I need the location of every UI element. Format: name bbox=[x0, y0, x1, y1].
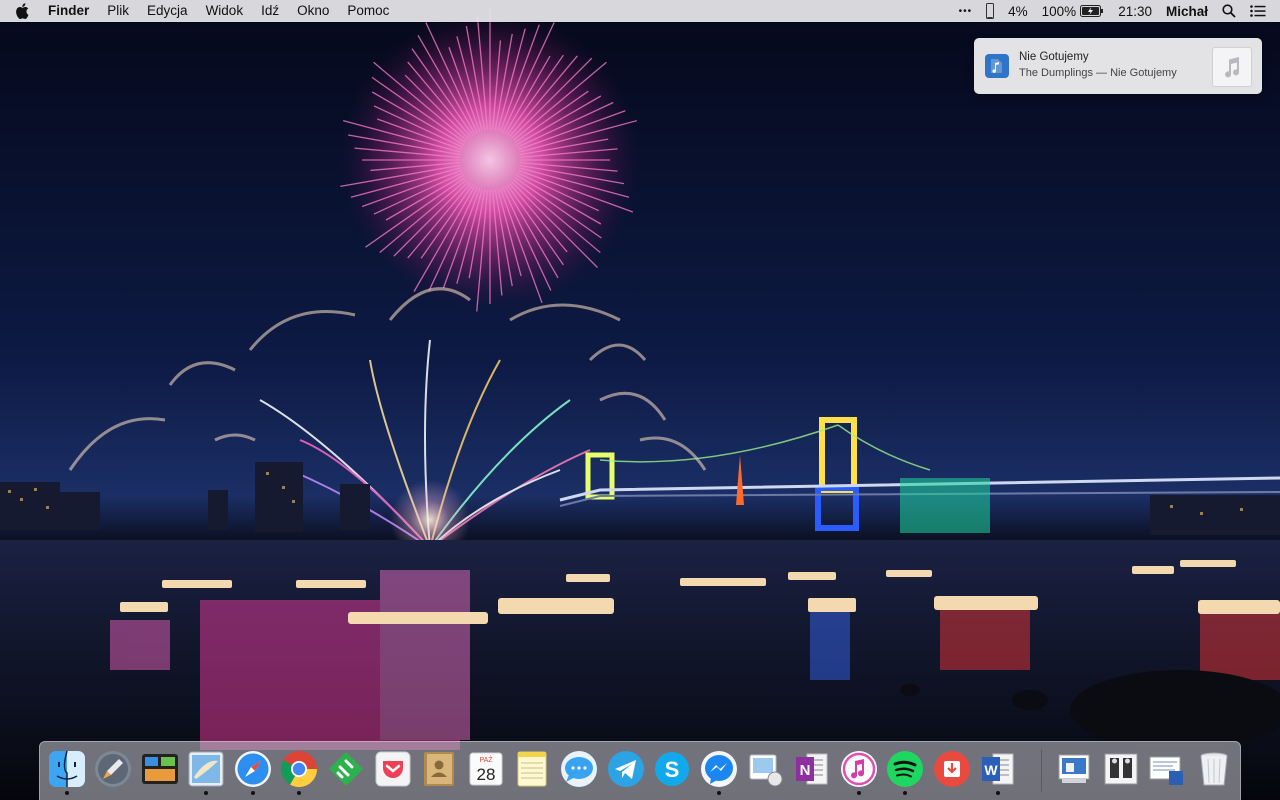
safari-icon bbox=[235, 751, 271, 787]
dock-pocket[interactable] bbox=[373, 749, 413, 789]
messenger-icon bbox=[701, 751, 737, 787]
running-indicator bbox=[903, 791, 907, 795]
calendar-day: 28 bbox=[477, 765, 496, 784]
dock-launchpad[interactable] bbox=[93, 749, 133, 789]
dock-feedly[interactable] bbox=[326, 749, 366, 789]
dock-messages[interactable] bbox=[559, 749, 599, 789]
user-menu[interactable]: Michał bbox=[1166, 4, 1208, 19]
dock-spotify[interactable] bbox=[885, 749, 925, 795]
dock-trash[interactable] bbox=[1194, 749, 1234, 789]
dock-messenger[interactable] bbox=[699, 749, 739, 795]
notification-title: Nie Gotujemy bbox=[1019, 51, 1089, 63]
menu-widok[interactable]: Widok bbox=[197, 0, 253, 22]
word-icon: W bbox=[982, 753, 1014, 785]
svg-text:W: W bbox=[984, 762, 998, 778]
spotlight-search-icon[interactable] bbox=[1222, 4, 1236, 18]
dock-preview[interactable] bbox=[745, 749, 785, 789]
album-art-placeholder-icon bbox=[1212, 47, 1252, 87]
downloader-icon bbox=[934, 751, 970, 787]
itunes-icon bbox=[841, 751, 877, 787]
dock-skype[interactable]: S bbox=[652, 749, 692, 789]
menu-idz[interactable]: Idź bbox=[252, 0, 288, 22]
chrome-icon bbox=[280, 751, 317, 788]
dock-finder[interactable] bbox=[47, 749, 87, 795]
running-indicator bbox=[996, 791, 1000, 795]
spotify-icon bbox=[887, 751, 923, 787]
itunes-notification-icon bbox=[985, 54, 1009, 78]
dock-telegram[interactable] bbox=[606, 749, 646, 789]
documents-stack-icon bbox=[1104, 753, 1138, 785]
svg-text:S: S bbox=[665, 757, 680, 782]
dock-mail[interactable] bbox=[186, 749, 226, 795]
menu-okno[interactable]: Okno bbox=[288, 0, 338, 22]
dock-onenote[interactable]: N bbox=[792, 749, 832, 789]
pocket-icon bbox=[375, 751, 411, 787]
dock-mission-control[interactable] bbox=[140, 749, 180, 789]
dock-safari[interactable] bbox=[233, 749, 273, 795]
running-indicator bbox=[251, 791, 255, 795]
mission-control-icon bbox=[142, 754, 178, 784]
feedly-icon bbox=[329, 752, 363, 786]
running-indicator bbox=[65, 791, 69, 795]
downloads-stack-icon bbox=[1149, 756, 1183, 785]
calendar-icon: PAŹ 28 bbox=[469, 752, 503, 786]
launchpad-icon bbox=[95, 751, 131, 787]
dock-calendar[interactable]: PAŹ 28 bbox=[466, 749, 506, 789]
running-indicator bbox=[857, 791, 861, 795]
cpu-percent[interactable]: 4% bbox=[1008, 4, 1028, 19]
dock-stack-documents[interactable] bbox=[1101, 749, 1141, 789]
onenote-icon: N bbox=[796, 753, 828, 785]
battery-status[interactable]: 100% bbox=[1042, 4, 1105, 19]
menu-plik[interactable]: Plik bbox=[98, 0, 138, 22]
svg-text:N: N bbox=[800, 762, 811, 779]
dock-separator bbox=[1041, 750, 1042, 792]
dock-stack-downloads[interactable] bbox=[1147, 749, 1187, 789]
cpu-meter-icon[interactable] bbox=[986, 3, 995, 19]
now-playing-notification[interactable]: Nie Gotujemy The Dumplings — Nie Gotujem… bbox=[974, 38, 1262, 94]
trash-icon bbox=[1200, 752, 1228, 786]
notification-subtitle: The Dumplings — Nie Gotujemy bbox=[1019, 67, 1177, 79]
dock-chrome[interactable] bbox=[279, 749, 319, 795]
notes-icon bbox=[517, 751, 547, 787]
finder-icon bbox=[49, 750, 85, 787]
dock: PAŹ 28 S N W bbox=[39, 741, 1241, 800]
desktop-wallpaper bbox=[0, 0, 1280, 800]
screenshot-stack-icon bbox=[1058, 754, 1090, 783]
mail-icon bbox=[188, 751, 224, 787]
menu-app-name[interactable]: Finder bbox=[44, 0, 98, 22]
messages-icon bbox=[561, 751, 597, 787]
notification-center-icon[interactable] bbox=[1250, 5, 1266, 17]
running-indicator bbox=[717, 791, 721, 795]
skype-icon: S bbox=[655, 752, 689, 786]
dock-itunes[interactable] bbox=[839, 749, 879, 795]
contacts-icon bbox=[424, 752, 454, 786]
dock-stack-screenshots[interactable] bbox=[1054, 749, 1094, 789]
apple-menu-icon[interactable] bbox=[0, 3, 44, 19]
clock[interactable]: 21:30 bbox=[1118, 4, 1152, 19]
more-status-icon[interactable]: ••• bbox=[959, 6, 973, 17]
battery-percent: 100% bbox=[1041, 3, 1077, 19]
running-indicator bbox=[204, 791, 208, 795]
menu-pomoc[interactable]: Pomoc bbox=[338, 0, 398, 22]
menu-bar: Finder Plik Edycja Widok Idź Okno Pomoc … bbox=[0, 0, 1280, 22]
running-indicator bbox=[297, 791, 301, 795]
dock-downloader[interactable] bbox=[932, 749, 972, 789]
dock-notes[interactable] bbox=[512, 749, 552, 789]
telegram-icon bbox=[608, 751, 644, 787]
dock-word[interactable]: W bbox=[978, 749, 1018, 795]
preview-icon bbox=[749, 754, 783, 787]
dock-contacts[interactable] bbox=[419, 749, 459, 789]
battery-icon bbox=[1080, 5, 1104, 17]
calendar-month: PAŹ bbox=[479, 755, 493, 764]
menu-edycja[interactable]: Edycja bbox=[138, 0, 197, 22]
